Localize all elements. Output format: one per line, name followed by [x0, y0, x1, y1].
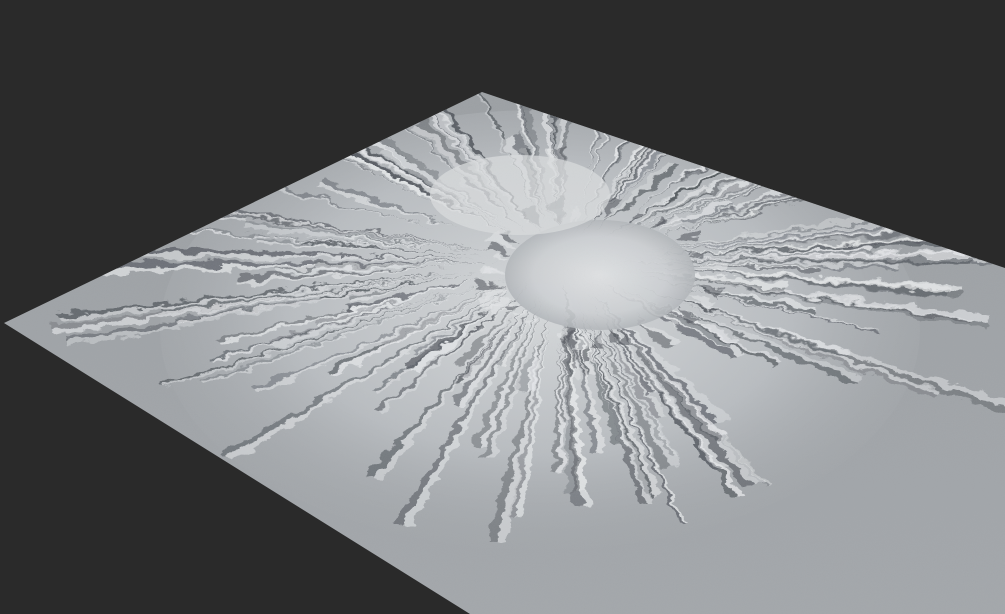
terrain-render	[4, 92, 1005, 614]
3d-viewport[interactable]	[0, 0, 1005, 614]
surface-grain	[4, 92, 1005, 614]
